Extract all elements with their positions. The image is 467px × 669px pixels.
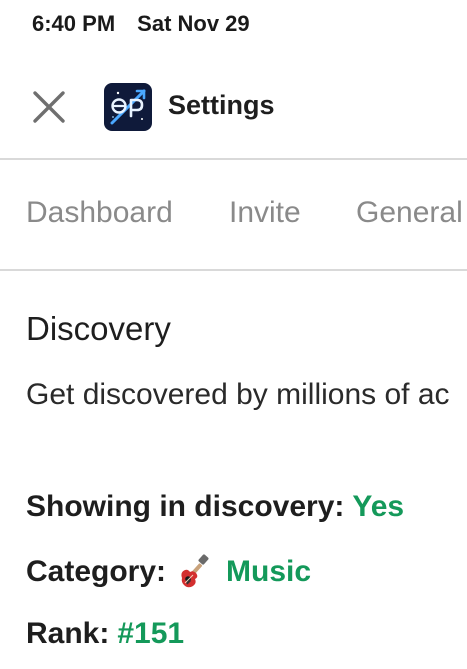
section-title: Discovery xyxy=(26,310,171,347)
status-time: 6:40 PM xyxy=(32,11,116,36)
category-row: Category: Music xyxy=(26,552,311,592)
section-description: Get discovered by millions of ac xyxy=(26,378,450,411)
tab-invite[interactable]: Invite xyxy=(229,196,301,230)
app-header: Settings xyxy=(0,66,467,148)
guitar-icon xyxy=(176,552,216,592)
tab-general[interactable]: General xyxy=(356,196,463,230)
tabs-divider xyxy=(0,269,467,271)
tab-bar: Dashboard Invite General xyxy=(0,160,467,269)
rank-row: Rank: #151 xyxy=(26,617,184,651)
status-bar: 6:40 PM Sat Nov 29 xyxy=(32,10,250,38)
discovery-status-row: Showing in discovery: Yes xyxy=(26,490,404,524)
close-button[interactable] xyxy=(28,86,70,128)
status-date: Sat Nov 29 xyxy=(137,11,250,36)
rank-value: #151 xyxy=(117,617,185,650)
discovery-status-value: Yes xyxy=(352,490,405,523)
app-logo xyxy=(104,83,152,131)
category-value: Music xyxy=(226,555,312,588)
tab-dashboard[interactable]: Dashboard xyxy=(26,196,173,230)
rank-label: Rank: xyxy=(26,617,110,650)
category-label: Category: xyxy=(26,555,167,588)
discovery-status-label: Showing in discovery: xyxy=(26,490,345,523)
close-icon xyxy=(33,91,65,123)
page-title: Settings xyxy=(168,90,275,120)
